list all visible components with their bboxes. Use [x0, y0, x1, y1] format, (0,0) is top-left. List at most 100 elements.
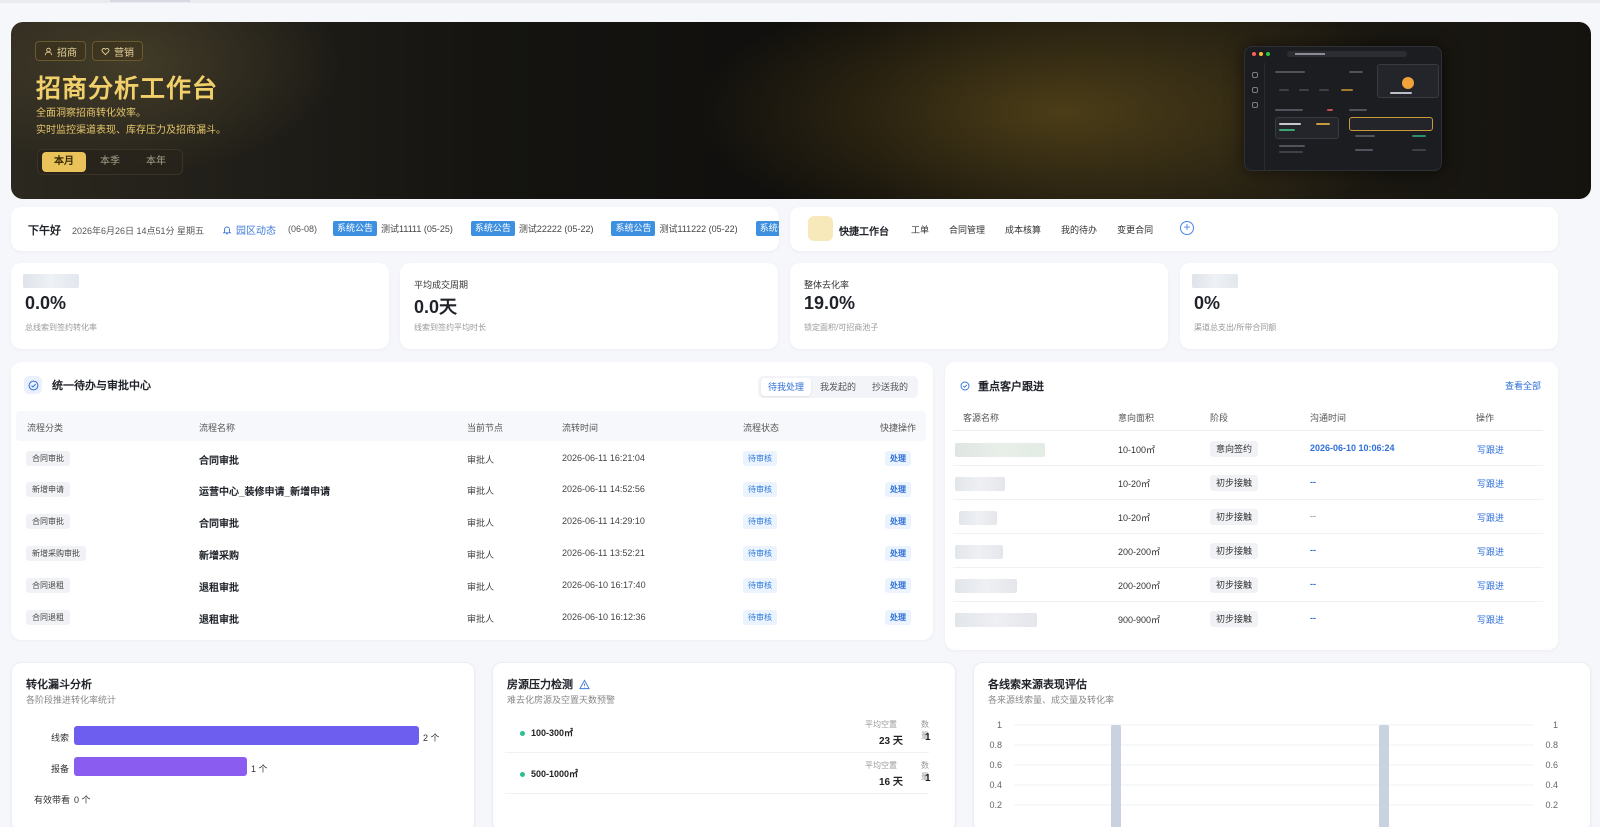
write-follow-up-link[interactable]: 写跟进 [1477, 613, 1504, 626]
notice-badge: 系统公告 [470, 221, 515, 236]
funnel-stage-value: 0 个 [74, 795, 91, 805]
column-header: 阶段 [1210, 413, 1229, 423]
key-customer-panel: 重点客户跟进 查看全部 客源名称 意向面积 阶段 沟通时间 操作 10-100㎡… [945, 362, 1558, 650]
process-name: 新增采购 [199, 551, 239, 562]
process-button[interactable]: 处理 [885, 514, 911, 529]
period-switcher: 本月 本季 本年 [37, 149, 183, 175]
column-header: 流程分类 [27, 423, 64, 433]
notice-item[interactable]: 系统公告 测试111222 (05-22) [611, 221, 738, 236]
contact-time: -- [1310, 579, 1316, 589]
chart-bar [1379, 725, 1389, 827]
write-follow-up-link[interactable]: 写跟进 [1477, 511, 1504, 524]
process-button[interactable]: 处理 [885, 451, 911, 466]
category-tag: 新增申请 [26, 482, 70, 497]
hero-banner: 招商 营销 招商分析工作台 全面洞察招商转化效率。 实时监控渠道表现、库存压力及… [11, 22, 1591, 199]
period-month-button[interactable]: 本月 [42, 152, 86, 172]
customer-name-redacted [955, 579, 1017, 593]
process-button[interactable]: 处理 [885, 610, 911, 625]
funnel-stage-label: 报备 [50, 764, 69, 774]
approval-header: 统一待办与审批中心 [24, 376, 151, 394]
category-tag: 合同审批 [26, 514, 70, 529]
quick-title: 快捷工作台 [839, 227, 889, 238]
funnel-stage-value: 2 个 [423, 733, 440, 743]
status-badge: 待审核 [743, 578, 777, 593]
quick-link-change-contract[interactable]: 变更合同 [1117, 223, 1153, 236]
process-button[interactable]: 处理 [885, 546, 911, 561]
pressure-subtitle: 难去化房源及空置天数预警 [507, 695, 616, 705]
quick-link-contract-management[interactable]: 合同管理 [949, 223, 985, 236]
table-row: 新增采购审批 新增采购 审批人 2026-06-11 13:52:21 待审核 … [16, 538, 926, 569]
y-tick-label-left: 0.4 [989, 780, 1002, 790]
quick-link-my-todo[interactable]: 我的待办 [1061, 223, 1097, 236]
process-button[interactable]: 处理 [885, 482, 911, 497]
park-news-link[interactable]: 园区动态 [222, 222, 276, 237]
count-value: 1 [925, 773, 931, 784]
kpi-value: 0.0天 [414, 297, 458, 317]
approval-center: 统一待办与审批中心 待我处理 我发起的 抄送我的 流程分类 流程名称 当前节点 … [11, 362, 933, 640]
contact-time: -- [1310, 545, 1316, 555]
count-value: 1 [925, 732, 931, 743]
tag-recruit[interactable]: 招商 [35, 41, 86, 61]
approval-tabs: 待我处理 我发起的 抄送我的 [758, 376, 919, 398]
write-follow-up-link[interactable]: 写跟进 [1477, 545, 1504, 558]
current-node: 审批人 [467, 582, 495, 592]
table-row: 10-100㎡ 意向签约 2026-06-10 10:06:24 写跟进 [953, 432, 1543, 466]
y-tick-label-right: 0.4 [1545, 780, 1558, 790]
tab-initiated[interactable]: 我发起的 [813, 378, 863, 396]
greeting-bar: 下午好 2026年6月26日 14点51分 星期五 园区动态 (06-08) 系… [11, 207, 779, 251]
status-dot [520, 731, 525, 736]
write-follow-up-link[interactable]: 写跟进 [1477, 443, 1504, 456]
column-header: 流程状态 [743, 423, 780, 433]
customer-name-redacted [959, 511, 997, 525]
notice-item[interactable]: 系统公告 测试11111 (05-25) [333, 221, 453, 236]
intended-area: 200-200㎡ [1118, 581, 1161, 591]
avg-vacancy-value: 16 天 [879, 777, 903, 788]
kpi-description: 总线索到签约转化率 [25, 323, 97, 332]
status-dot [520, 772, 525, 777]
check-circle-icon [24, 376, 42, 394]
quick-link-cost-accounting[interactable]: 成本核算 [1005, 223, 1041, 236]
tag-marketing[interactable]: 营销 [92, 41, 143, 61]
tab-pending[interactable]: 待我处理 [761, 378, 812, 396]
pressure-header: 房源压力检测 [507, 676, 590, 692]
quick-link-work-order[interactable]: 工单 [911, 223, 929, 236]
notice-item[interactable]: 系统公告 测试22222 (05-22) [470, 221, 593, 236]
table-row: 200-200㎡ 初步接触 -- 写跟进 [953, 568, 1543, 602]
kpi-card: 0% 渠道总支出/所带合同额 [1180, 263, 1558, 349]
kpi-value: 0% [1194, 293, 1221, 313]
write-follow-up-link[interactable]: 写跟进 [1477, 579, 1504, 592]
write-follow-up-link[interactable]: 写跟进 [1477, 477, 1504, 490]
column-header: 快捷操作 [880, 423, 917, 433]
notice-text: 测试111222 (05-22) [659, 224, 738, 234]
check-circle-icon [960, 381, 970, 391]
stage-badge: 初步接触 [1210, 475, 1259, 491]
process-name: 运营中心_装修申请_新增申请 [199, 487, 331, 498]
kpi-description: 线索到签约平均时长 [414, 323, 486, 332]
column-header: 流程名称 [199, 423, 236, 433]
add-shortcut-button[interactable]: + [1180, 221, 1194, 235]
heart-icon [101, 47, 110, 55]
period-quarter-button[interactable]: 本季 [88, 152, 132, 172]
y-tick-label-right: 0.2 [1545, 800, 1558, 810]
flow-time: 2026-06-10 16:12:36 [562, 612, 646, 622]
funnel-subtitle: 各阶段推进转化率统计 [26, 695, 117, 705]
tab-cc[interactable]: 抄送我的 [865, 378, 915, 396]
hero-subtitle: 实时监控渠道表现、库存压力及招商漏斗。 [36, 125, 226, 136]
y-tick-label-right: 0.8 [1545, 740, 1558, 750]
notice-text: 测试11111 (05-25) [381, 224, 453, 234]
list-item: 100-300㎡ 平均空置 23 天 数量 1 [505, 715, 931, 753]
view-all-link[interactable]: 查看全部 [1505, 379, 1541, 392]
current-node: 审批人 [467, 486, 495, 496]
period-year-button[interactable]: 本年 [134, 152, 178, 172]
stage-badge: 意向签约 [1210, 441, 1259, 457]
category-tag: 合同退租 [26, 578, 70, 593]
table-row: 合同退租 退租审批 审批人 2026-06-10 16:12:36 待审核 处理 [16, 602, 926, 633]
avg-vacancy-label: 平均空置 [865, 720, 897, 729]
customer-title: 重点客户跟进 [978, 381, 1044, 393]
funnel-bar [74, 757, 247, 776]
process-name: 合同审批 [199, 456, 239, 467]
notice-item[interactable]: 系统公告 [755, 221, 779, 236]
column-header: 客源名称 [963, 413, 1000, 423]
process-button[interactable]: 处理 [885, 578, 911, 593]
y-tick-label-left: 1 [997, 720, 1002, 730]
